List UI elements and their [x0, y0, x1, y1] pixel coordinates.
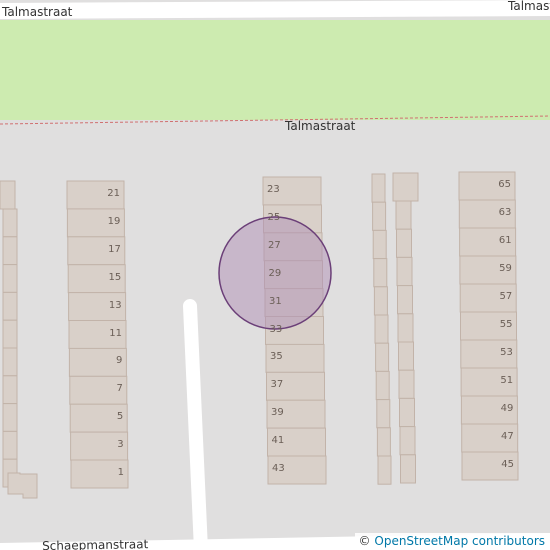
house-number: 63	[498, 207, 512, 218]
house-number: 49	[500, 403, 514, 414]
building-garage	[399, 426, 416, 456]
building-left-edge	[2, 291, 18, 321]
building-left-edge	[2, 319, 18, 349]
house-number: 17	[108, 243, 121, 255]
house-number: 29	[268, 267, 282, 279]
street-label-schaepmanstraat: Schaepmanstraat	[42, 537, 149, 550]
building-garage	[372, 229, 387, 260]
building-garage	[398, 369, 415, 399]
house-number: 59	[499, 263, 512, 274]
park-area	[0, 20, 550, 120]
house-number: 55	[499, 319, 513, 330]
building-garage	[398, 341, 414, 371]
house-number: 27	[268, 239, 281, 251]
house-number: 33	[269, 323, 283, 335]
house-number: 1	[117, 467, 124, 478]
building-left-edge	[2, 430, 18, 460]
house-number: 9	[116, 355, 123, 367]
house-number: 57	[499, 291, 513, 302]
footpath	[183, 299, 208, 550]
building-garage	[396, 228, 412, 258]
copyright-symbol: ©	[358, 534, 371, 548]
map-attribution: © OpenStreetMap contributors	[354, 533, 550, 550]
building-garage	[372, 201, 387, 231]
house-number: 37	[270, 379, 284, 391]
building-left-edge	[7, 472, 38, 499]
house-number: 41	[271, 435, 285, 447]
house-number: 23	[267, 184, 280, 195]
map-view[interactable]: Talmastraat Talmastraat Talmastraat Scha…	[0, 0, 550, 550]
house-number: 51	[500, 375, 514, 386]
openstreetmap-contributors-link[interactable]: OpenStreetMap contributors	[374, 534, 545, 548]
house-number: 21	[107, 188, 120, 199]
building-garage	[376, 427, 391, 457]
house-number: 35	[270, 351, 283, 363]
building-left-edge	[2, 208, 18, 238]
house-number: 3	[117, 439, 124, 451]
building-garage	[371, 173, 386, 203]
building-garage	[373, 286, 388, 316]
house-number: 65	[498, 179, 511, 190]
building-garage	[375, 342, 390, 372]
house-number: 47	[500, 431, 514, 442]
house-number: 53	[500, 347, 513, 358]
house-number: 11	[109, 327, 122, 339]
house-number: 39	[271, 407, 284, 419]
house-number: 45	[501, 459, 514, 470]
house-number: 61	[498, 235, 512, 246]
street-label-talmastraat-middle: Talmastraat	[285, 119, 356, 133]
building-left-edge	[2, 264, 18, 293]
house-number: 5	[116, 411, 124, 423]
street-label-talmastraat-top-right: Talmastraat	[508, 0, 550, 13]
house-number: 19	[107, 215, 121, 227]
building-garage	[374, 314, 389, 344]
building-left-edge	[2, 347, 18, 377]
building-garage	[377, 455, 392, 485]
building-garage	[375, 370, 390, 401]
building-left-edge	[2, 236, 18, 266]
building-garage	[400, 454, 416, 484]
building-garage	[395, 200, 412, 230]
house-number: 31	[269, 295, 282, 307]
building-garage	[376, 399, 391, 429]
building-left-edge	[2, 403, 18, 432]
building-garage	[392, 172, 419, 202]
house-number: 25	[267, 211, 281, 223]
house-number: 43	[272, 463, 285, 474]
talmastraat-road-top	[0, 0, 550, 19]
house-number: 15	[108, 271, 122, 283]
building-left-edge	[2, 375, 18, 405]
building-garage	[397, 313, 414, 343]
building-garage	[373, 258, 388, 288]
building-garage	[397, 285, 413, 315]
street-label-talmastraat-top-left: Talmastraat	[2, 5, 73, 19]
building-garage	[399, 397, 415, 428]
house-number: 13	[108, 299, 122, 311]
building-garage	[396, 256, 413, 287]
house-number: 7	[116, 383, 123, 395]
building-left-edge	[0, 180, 16, 210]
